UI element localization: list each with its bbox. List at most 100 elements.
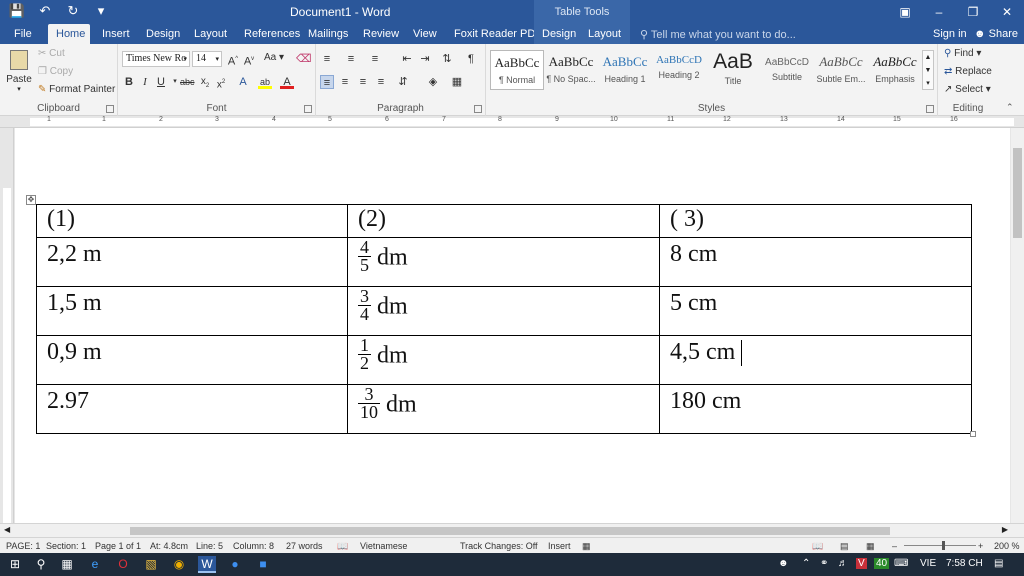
style-subtle-emphasis[interactable]: AaBbCc Subtle Em... <box>814 50 868 90</box>
status-insert-mode[interactable]: Insert <box>548 541 571 551</box>
wifi-icon[interactable]: ⚭ <box>820 558 828 569</box>
save-icon[interactable]: 💾 <box>8 3 26 19</box>
redo-icon[interactable]: ↻ <box>64 3 82 19</box>
tab-home[interactable]: Home <box>48 24 90 44</box>
status-page[interactable]: PAGE: 1 <box>6 541 40 551</box>
font-name-box[interactable]: Times New Ro ▾ <box>122 51 190 67</box>
opera-icon[interactable]: O <box>114 556 132 573</box>
tray-chevron-icon[interactable]: ⌃ <box>802 558 810 569</box>
multilevel-list-icon[interactable]: ≡ <box>368 52 382 66</box>
tab-file[interactable]: File <box>6 24 40 44</box>
shading-icon[interactable]: ◈ <box>426 75 440 89</box>
proofing-icon[interactable]: 📖 <box>337 541 348 552</box>
print-layout-icon[interactable]: ▤ <box>840 541 849 552</box>
style-heading-2[interactable]: AaBbCcD Heading 2 <box>652 50 706 90</box>
tell-me-box[interactable]: ⚲ Tell me what you want to do... <box>640 28 796 41</box>
scroll-thumb[interactable] <box>130 527 890 535</box>
pilcrow-icon[interactable]: ¶ <box>464 52 478 66</box>
vertical-ruler[interactable] <box>0 128 14 523</box>
customize-qat-icon[interactable]: ▾ <box>92 3 110 19</box>
macro-icon[interactable]: ▦ <box>582 541 591 552</box>
bullets-icon[interactable]: ≡ <box>320 52 334 66</box>
paragraph-launcher-icon[interactable] <box>474 105 482 113</box>
zoom-level[interactable]: 200 % <box>994 541 1020 551</box>
status-language[interactable]: Vietnamese <box>360 541 407 551</box>
task-view-icon[interactable]: ▦ <box>58 556 76 573</box>
zoom-slider[interactable] <box>904 545 976 546</box>
justify-icon[interactable]: ≡ <box>374 75 388 89</box>
table-cell[interactable]: 180 cm <box>659 384 972 434</box>
header-cell[interactable]: (2) <box>347 204 660 238</box>
find-button[interactable]: ⚲ Find ▾ <box>944 48 981 59</box>
table-cell[interactable]: 1,5 m <box>36 286 348 336</box>
collapse-ribbon-icon[interactable]: ⌃ <box>1006 102 1014 113</box>
header-cell[interactable]: (1) <box>36 204 348 238</box>
style-no-spacing[interactable]: AaBbCc ¶ No Spac... <box>544 50 598 90</box>
minimize-button[interactable]: – <box>922 0 956 24</box>
tab-mailings[interactable]: Mailings <box>300 24 356 44</box>
style-heading-1[interactable]: AaBbCc Heading 1 <box>598 50 652 90</box>
table-cell[interactable]: 4 5 dm <box>347 237 660 287</box>
table-cell[interactable]: 1 2 dm <box>347 335 660 385</box>
file-explorer-icon[interactable]: ▧ <box>142 556 160 573</box>
decrease-indent-icon[interactable]: ⇤ <box>400 52 414 66</box>
table-cell[interactable]: 8 cm <box>659 237 972 287</box>
input-language[interactable]: VIE <box>920 558 936 569</box>
tab-references[interactable]: References <box>236 24 308 44</box>
font-color-icon[interactable]: A <box>280 75 294 89</box>
vertical-scrollbar[interactable] <box>1011 128 1024 523</box>
underline-icon[interactable]: U <box>154 75 168 89</box>
status-section[interactable]: Section: 1 <box>46 541 86 551</box>
table-cell[interactable]: 2.97 <box>36 384 348 434</box>
table-move-handle-icon[interactable]: ✥ <box>26 195 36 205</box>
search-icon[interactable]: ⚲ <box>32 556 50 573</box>
tab-view[interactable]: View <box>405 24 445 44</box>
style-emphasis[interactable]: AaBbCc Emphasis <box>868 50 922 90</box>
paste-button[interactable]: Paste ▾ <box>6 50 32 96</box>
grow-font-icon[interactable]: A^ <box>226 52 240 68</box>
shrink-font-icon[interactable]: Av <box>242 52 256 68</box>
read-mode-icon[interactable]: 📖 <box>812 541 823 552</box>
table-cell[interactable]: 3 4 dm <box>347 286 660 336</box>
web-layout-icon[interactable]: ▦ <box>866 541 875 552</box>
style-normal[interactable]: AaBbCc ¶ Normal <box>490 50 544 90</box>
copy-button[interactable]: ❐ Copy <box>38 66 73 77</box>
word-icon[interactable]: W <box>198 556 216 573</box>
scroll-thumb[interactable] <box>1013 148 1022 238</box>
zoom-slider-thumb[interactable] <box>942 541 945 550</box>
vpn-icon[interactable]: V <box>856 558 867 569</box>
undo-icon[interactable]: ↶ <box>36 3 54 19</box>
align-center-icon[interactable]: ≡ <box>338 75 352 89</box>
tab-insert[interactable]: Insert <box>94 24 138 44</box>
zoom-out-icon[interactable]: – <box>892 541 897 551</box>
edge-icon[interactable]: e <box>86 556 104 573</box>
table-cell[interactable]: 3 10 dm <box>347 384 660 434</box>
font-size-box[interactable]: 14 ▾ <box>192 51 222 67</box>
clock[interactable]: 7:58 CH <box>946 558 983 569</box>
align-right-icon[interactable]: ≡ <box>356 75 370 89</box>
styles-launcher-icon[interactable] <box>926 105 934 113</box>
tab-layout[interactable]: Layout <box>186 24 235 44</box>
styles-scroll[interactable]: ▲ ▼ ▾ <box>922 50 934 90</box>
clear-formatting-icon[interactable]: ⌫ <box>296 52 312 66</box>
chrome-icon[interactable]: ◉ <box>170 556 188 573</box>
people-icon[interactable]: ☻ <box>778 558 789 569</box>
select-button[interactable]: ↗ Select ▾ <box>944 84 991 95</box>
windows-start-icon[interactable]: ⊞ <box>6 556 24 573</box>
table-cell[interactable]: 0,9 m <box>36 335 348 385</box>
table-cell[interactable]: 5 cm <box>659 286 972 336</box>
bold-icon[interactable]: B <box>122 75 136 89</box>
font-launcher-icon[interactable] <box>304 105 312 113</box>
restore-button[interactable]: ❐ <box>956 0 990 24</box>
sign-in-link[interactable]: Sign in <box>933 28 967 40</box>
format-painter-button[interactable]: ✎ Format Painter <box>38 84 115 95</box>
status-column[interactable]: Column: 8 <box>233 541 274 551</box>
align-left-icon[interactable]: ≡ <box>320 75 334 89</box>
share-button[interactable]: ☻ Share <box>974 28 1018 40</box>
status-track-changes[interactable]: Track Changes: Off <box>460 541 538 551</box>
data-table[interactable]: (1) (2) ( 3) 2,2 m 4 5 dm 8 cm 1,5 m 3 4 dm … <box>36 204 972 434</box>
subscript-icon[interactable]: x2 <box>198 75 212 89</box>
clipboard-launcher-icon[interactable] <box>106 105 114 113</box>
tab-table-design[interactable]: Design <box>534 24 580 44</box>
volume-icon[interactable]: ♬ <box>838 558 848 569</box>
